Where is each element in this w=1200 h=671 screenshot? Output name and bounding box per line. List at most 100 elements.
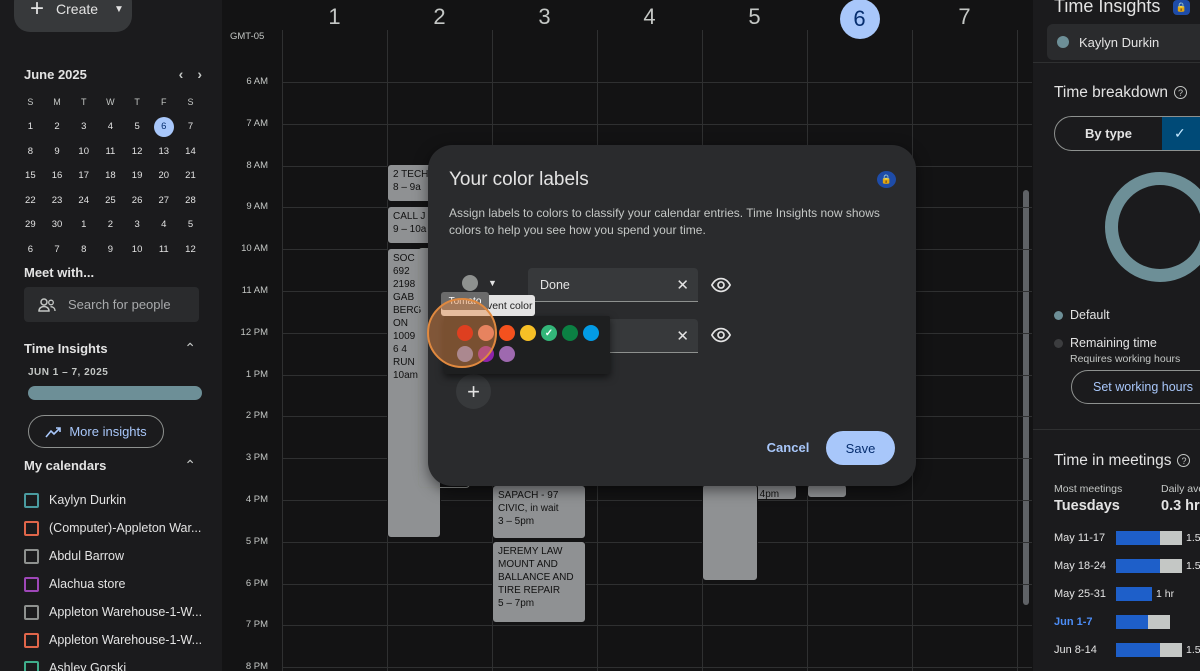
mini-calendar-day[interactable]: 29 [17,213,44,238]
calendar-item[interactable]: Abdul Barrow [24,542,202,570]
mini-calendar-day[interactable]: 13 [150,139,177,164]
mini-calendar-day[interactable]: 10 [70,139,97,164]
mini-calendar-day[interactable]: 20 [150,164,177,189]
mini-calendar-day[interactable]: 15 [17,164,44,189]
mini-calendar-day[interactable]: 30 [44,213,71,238]
mini-calendar-day[interactable]: 9 [97,237,124,262]
mini-calendar-day[interactable]: 6 [153,116,174,137]
mini-calendar-day[interactable]: 16 [44,164,71,189]
calendar-checkbox[interactable] [24,576,39,592]
chevron-up-icon[interactable]: ⌃ [184,457,196,474]
day-number[interactable]: 3 [492,4,597,30]
calendar-event[interactable] [807,484,847,498]
mini-calendar-day[interactable]: 8 [17,139,44,164]
mini-calendar-day[interactable]: 21 [177,164,204,189]
mini-calendar-day[interactable]: 11 [150,237,177,262]
cancel-button[interactable]: Cancel [761,431,815,463]
mini-calendar-day[interactable]: 7 [44,237,71,262]
mini-calendar-day[interactable]: 7 [177,115,204,140]
help-icon[interactable]: ? [1177,454,1191,468]
help-icon[interactable]: ? [1174,86,1188,100]
label-input-value: Done [540,277,570,292]
mini-calendar-day[interactable]: 1 [70,213,97,238]
add-label-button[interactable]: + [456,374,491,409]
mini-calendar-day[interactable]: 3 [124,213,151,238]
day-number[interactable]: 2 [387,4,492,30]
mini-calendar-day[interactable]: 17 [70,164,97,189]
mini-calendar-day[interactable]: 12 [177,237,204,262]
day-number[interactable]: 6 [807,0,912,39]
calendar-event[interactable]: JEREMY LAW MOUNT AND BALLANCE AND TIRE R… [492,541,586,623]
mini-calendar-day[interactable]: 27 [150,188,177,213]
user-selector[interactable]: Kaylyn Durkin [1047,24,1200,60]
chevron-left-icon[interactable]: ‹ [179,66,184,82]
mini-calendar-day[interactable]: 24 [70,188,97,213]
calendar-item[interactable]: Alachua store [24,570,202,598]
mini-calendar-day[interactable]: 5 [177,213,204,238]
mini-calendar-day[interactable]: 14 [177,139,204,164]
search-people-input[interactable]: Search for people [24,287,199,322]
calendar-checkbox[interactable] [24,632,39,648]
color-option[interactable] [499,346,515,362]
time-breakdown-heading: Time breakdown? [1054,84,1188,102]
close-icon[interactable]: ✕ [676,276,689,294]
mini-calendar-day[interactable]: 4 [97,115,124,140]
mini-calendar-day[interactable]: 8 [70,237,97,262]
calendar-item[interactable]: Ashley Gorski [24,654,202,671]
mini-calendar-day[interactable]: 9 [44,139,71,164]
calendar-name: Appleton Warehouse-1-W... [49,633,203,647]
mini-calendar-day[interactable]: 18 [97,164,124,189]
mini-calendar-day[interactable]: 6 [17,237,44,262]
mini-calendar-day[interactable]: 25 [97,188,124,213]
by-type-button[interactable]: By type [1055,117,1162,150]
mini-calendar-day[interactable]: 4 [150,213,177,238]
mini-calendar-day[interactable]: 22 [17,188,44,213]
day-number[interactable]: 4 [597,4,702,30]
weekday-label: W [106,97,115,108]
more-insights-button[interactable]: More insights [28,415,164,448]
mini-calendar-day[interactable]: 10 [124,237,151,262]
calendar-item[interactable]: Kaylyn Durkin [24,486,202,514]
label-input[interactable]: Done ✕ [528,268,698,302]
calendar-event[interactable] [702,484,758,581]
mini-calendar-day[interactable]: 26 [124,188,151,213]
close-icon[interactable]: ✕ [676,327,689,345]
calendar-event[interactable]: SAPACH - 97 CIVIC, in wait 3 – 5pm [492,485,586,539]
mini-calendar-day[interactable]: 28 [177,188,204,213]
mini-calendar-day[interactable]: 23 [44,188,71,213]
mini-calendar-day[interactable]: 5 [124,115,151,140]
calendar-checkbox[interactable] [24,604,39,620]
mini-calendar-day[interactable]: 12 [124,139,151,164]
color-option[interactable] [562,325,578,341]
mini-calendar-day[interactable]: 2 [97,213,124,238]
mini-calendar-day[interactable]: 3 [70,115,97,140]
calendar-item[interactable]: (Computer)-Appleton War... [24,514,202,542]
color-option[interactable] [520,325,536,341]
calendar-item[interactable]: Appleton Warehouse-1-W... [24,626,202,654]
grid-line [282,82,1032,83]
calendar-checkbox[interactable] [24,492,39,508]
eye-icon[interactable] [710,324,732,346]
create-button[interactable]: + Create ▼ [14,0,132,32]
eye-icon[interactable] [710,274,732,296]
calendar-checkbox[interactable] [24,520,39,536]
chevron-right-icon[interactable]: › [197,66,202,82]
save-button[interactable]: Save [826,431,895,465]
color-option[interactable] [583,325,599,341]
color-option[interactable] [499,325,515,341]
check-icon[interactable]: ✓ [1162,117,1200,150]
chevron-up-icon[interactable]: ⌃ [184,340,196,357]
day-number[interactable]: 1 [282,4,387,30]
color-picker-button[interactable]: ▼ [462,275,497,291]
day-number[interactable]: 5 [702,4,807,30]
mini-calendar-day[interactable]: 19 [124,164,151,189]
day-number[interactable]: 7 [912,4,1017,30]
set-working-hours-button[interactable]: Set working hours [1071,370,1200,404]
mini-calendar-day[interactable]: 2 [44,115,71,140]
mini-calendar-day[interactable]: 1 [17,115,44,140]
calendar-checkbox[interactable] [24,660,39,671]
calendar-checkbox[interactable] [24,548,39,564]
color-option[interactable]: ✓ [541,325,557,341]
calendar-item[interactable]: Appleton Warehouse-1-W... [24,598,202,626]
mini-calendar-day[interactable]: 11 [97,139,124,164]
